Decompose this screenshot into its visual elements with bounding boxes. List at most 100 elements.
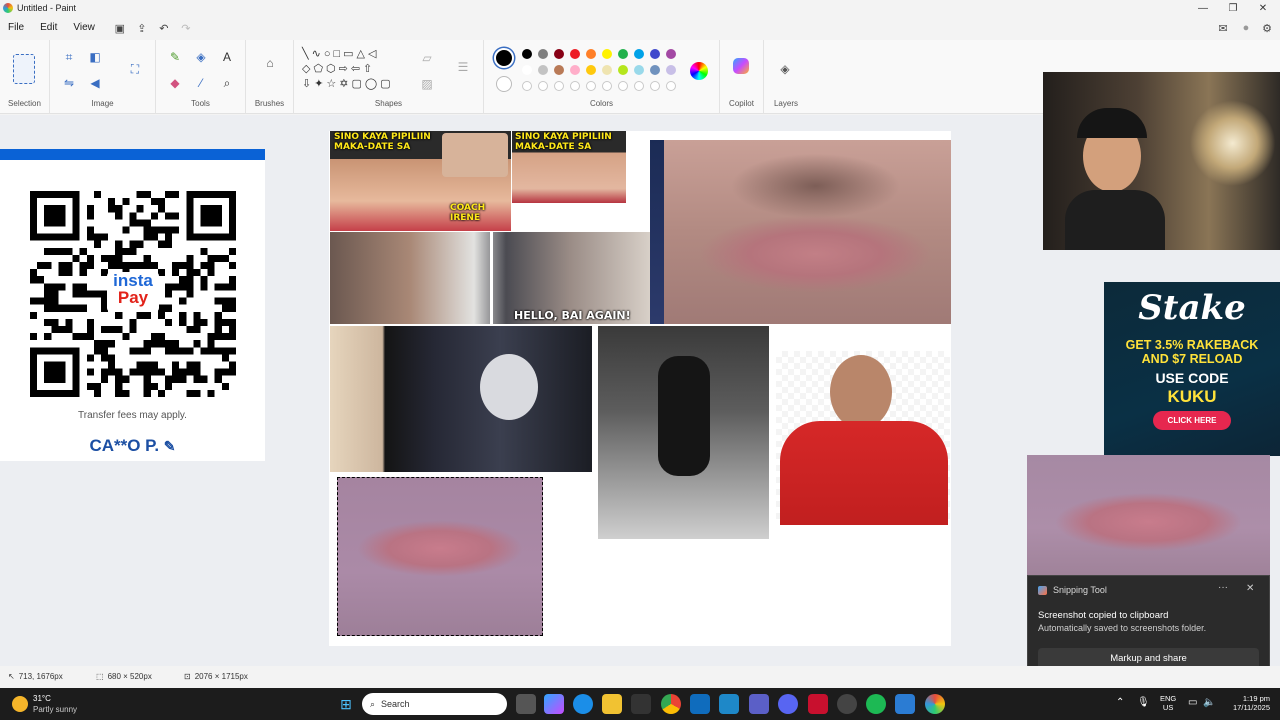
save-icon[interactable]: ▣ — [109, 17, 131, 39]
share-icon[interactable]: ⇪ — [131, 17, 153, 39]
custom-color-slot[interactable] — [586, 81, 596, 91]
discord-icon[interactable] — [778, 694, 798, 714]
room-scene-image[interactable]: HELLO, BAI AGAIN! — [330, 232, 650, 324]
size-icon[interactable]: ☰ — [454, 58, 472, 76]
eraser-icon[interactable]: ◆ — [166, 74, 184, 92]
color-swatch[interactable] — [666, 49, 676, 59]
obs-icon[interactable] — [837, 694, 857, 714]
custom-color-slot[interactable] — [602, 81, 612, 91]
minimize-button[interactable]: — — [1186, 0, 1220, 16]
chrome-icon[interactable] — [661, 694, 681, 714]
fill-shape-icon[interactable]: ▨ — [418, 75, 436, 93]
face-closeup-image[interactable] — [650, 140, 951, 324]
text-icon[interactable]: A — [218, 48, 236, 66]
secondary-color[interactable] — [496, 76, 512, 92]
app-icon[interactable] — [719, 694, 739, 714]
weather-temp[interactable]: 31°C — [33, 694, 51, 703]
custom-color-slot[interactable] — [666, 81, 676, 91]
paint-taskbar-icon[interactable] — [925, 694, 945, 714]
layers-icon[interactable]: ◈ — [776, 60, 794, 78]
paint-canvas[interactable]: SINO KAYA PIPILIIN MAKA-DATE SA COACH IR… — [329, 131, 951, 646]
pencil-icon[interactable]: ✎ — [166, 48, 184, 66]
custom-color-slot[interactable] — [570, 81, 580, 91]
color-picker-icon[interactable]: ⁄ — [192, 74, 210, 92]
menu-view[interactable]: View — [65, 16, 103, 40]
selection-marquee[interactable] — [337, 477, 543, 636]
spotify-icon[interactable] — [866, 694, 886, 714]
crop-icon[interactable]: ⌗ — [60, 48, 78, 66]
undo-icon[interactable]: ↶ — [153, 17, 175, 39]
color-swatch[interactable] — [522, 65, 532, 75]
color-swatch[interactable] — [634, 49, 644, 59]
edge-icon[interactable] — [573, 694, 593, 714]
clock[interactable]: 1:19 pm 17/11/2025 — [1224, 694, 1270, 712]
color-swatch[interactable] — [666, 65, 676, 75]
selection-icon[interactable] — [13, 54, 35, 84]
lips-selection-image[interactable] — [337, 477, 543, 636]
custom-color-slot[interactable] — [538, 81, 548, 91]
rotate-icon[interactable]: ◀ — [86, 74, 104, 92]
toast-more-icon[interactable]: ··· — [1218, 582, 1228, 593]
color-swatch[interactable] — [554, 65, 564, 75]
color-swatch[interactable] — [554, 49, 564, 59]
feedback-icon[interactable]: ✉ — [1212, 17, 1234, 39]
start-icon[interactable]: ⊞ — [336, 694, 356, 714]
outline-icon[interactable]: ▱ — [418, 49, 436, 67]
color-swatch[interactable] — [650, 49, 660, 59]
settings-gear-icon[interactable]: ⚙ — [1256, 17, 1278, 39]
edit-pencil-icon[interactable]: ✎ — [164, 438, 176, 454]
color-swatch[interactable] — [538, 65, 548, 75]
color-swatch[interactable] — [634, 65, 644, 75]
color-swatch[interactable] — [618, 65, 628, 75]
custom-color-slot[interactable] — [634, 81, 644, 91]
account-icon[interactable]: ● — [1235, 17, 1257, 39]
restore-button[interactable]: ❐ — [1216, 0, 1250, 16]
custom-color-slot[interactable] — [618, 81, 628, 91]
color-swatch[interactable] — [650, 65, 660, 75]
microphone-icon[interactable]: 🎙 — [1137, 697, 1150, 708]
color-swatch[interactable] — [602, 65, 612, 75]
color-swatch[interactable] — [570, 65, 580, 75]
file-explorer-icon[interactable] — [602, 694, 622, 714]
color-swatch[interactable] — [522, 49, 532, 59]
toast-close-icon[interactable]: ✕ — [1246, 583, 1254, 594]
color-swatch[interactable] — [602, 49, 612, 59]
brush-icon[interactable]: ⌂ — [261, 54, 279, 72]
close-button[interactable]: ✕ — [1246, 0, 1280, 16]
teams-icon[interactable] — [749, 694, 769, 714]
taskbar-search[interactable]: ⌕ Search — [362, 693, 507, 715]
shapes-gallery[interactable]: ╲∿○□▭△◁ ◇⬠⬡⇨⇦⇧ ⇩✦☆✡▢◯▢ — [302, 47, 406, 92]
store-icon[interactable] — [631, 694, 651, 714]
redo-icon[interactable]: ↷ — [175, 17, 197, 39]
custom-color-slot[interactable] — [554, 81, 564, 91]
photo-image[interactable] — [598, 326, 769, 539]
thumbnail-image[interactable]: SINO KAYA PIPILIIN MAKA-DATE SA COACH IR… — [330, 131, 511, 231]
color-swatch[interactable] — [618, 49, 628, 59]
weather-icon[interactable] — [12, 696, 28, 712]
network-icon[interactable]: ▭ — [1188, 697, 1197, 708]
custom-color-slot[interactable] — [650, 81, 660, 91]
snipping-tool-notification[interactable]: Snipping Tool ··· ✕ Screenshot copied to… — [1027, 575, 1270, 679]
copilot-icon[interactable] — [733, 58, 749, 74]
color-swatch[interactable] — [586, 49, 596, 59]
remove-background-icon[interactable]: ⛶ — [126, 60, 144, 78]
menu-edit[interactable]: Edit — [32, 16, 65, 40]
tray-chevron-icon[interactable]: ⌃ — [1116, 697, 1124, 708]
copilot-taskbar-icon[interactable] — [544, 694, 564, 714]
task-view-icon[interactable] — [516, 694, 536, 714]
custom-color-slot[interactable] — [522, 81, 532, 91]
menu-file[interactable]: File — [0, 16, 32, 40]
language-indicator[interactable]: ENG US — [1160, 694, 1176, 712]
thumbnail-image[interactable]: SINO KAYA PIPILIIN MAKA-DATE SA — [512, 131, 626, 203]
jersey-photo-image[interactable] — [776, 351, 950, 525]
color-swatch[interactable] — [570, 49, 580, 59]
primary-color[interactable] — [494, 48, 514, 68]
stake-ad-overlay[interactable]: Stake GET 3.5% RAKEBACK AND $7 RELOAD US… — [1104, 282, 1280, 456]
color-swatch[interactable] — [586, 65, 596, 75]
outlook-icon[interactable] — [690, 694, 710, 714]
app-icon[interactable] — [808, 694, 828, 714]
click-here-button[interactable]: CLICK HERE — [1153, 411, 1231, 430]
fill-icon[interactable]: ◈ — [192, 48, 210, 66]
volume-icon[interactable]: 🔈 — [1203, 697, 1215, 708]
stream-screenshot-image[interactable] — [330, 326, 592, 472]
